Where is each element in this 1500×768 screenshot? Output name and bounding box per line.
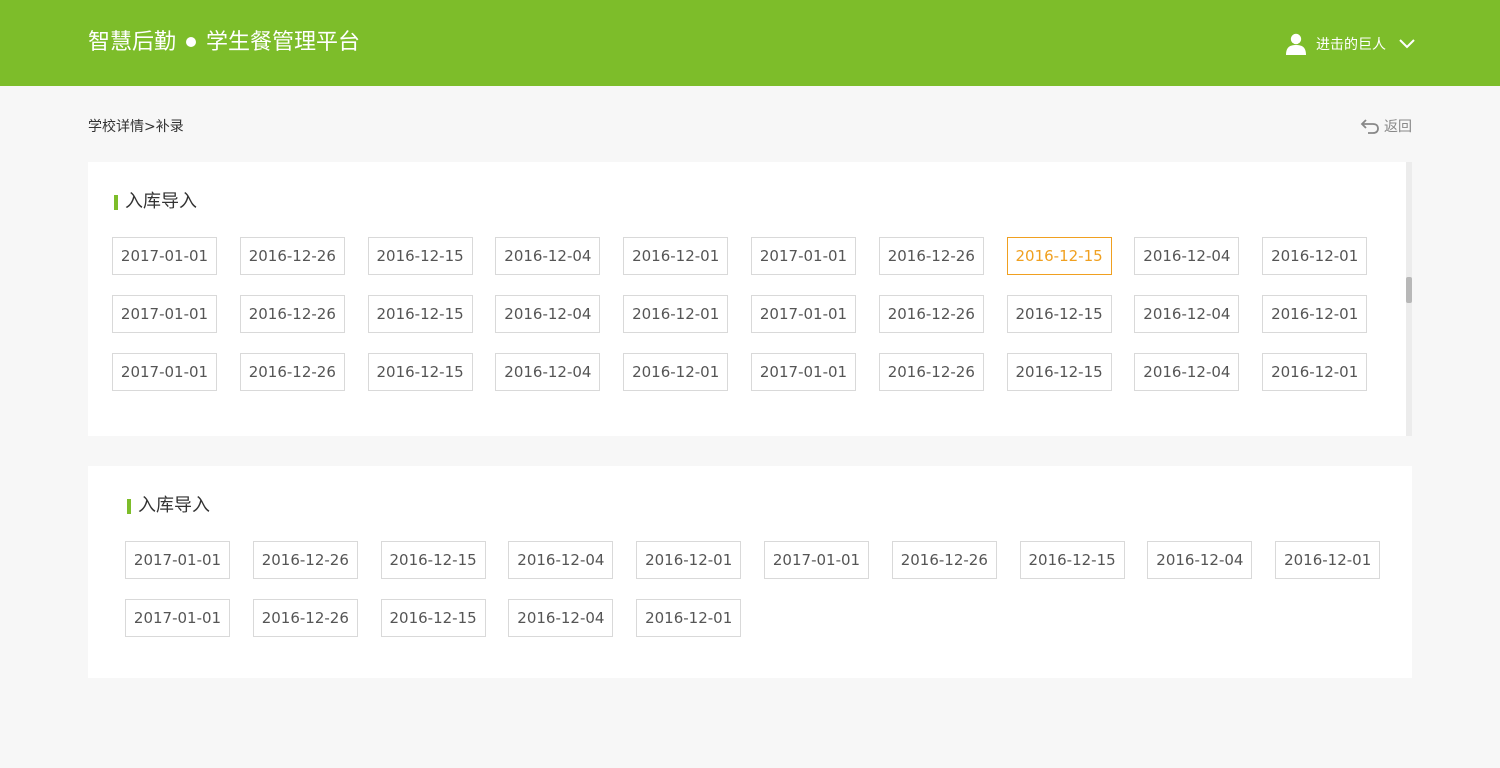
date-button[interactable]: 2017-01-01: [112, 353, 217, 391]
separator-dot-icon: [186, 36, 197, 47]
back-label: 返回: [1384, 119, 1412, 135]
date-button[interactable]: 2016-12-26: [878, 237, 984, 275]
import-panel-2: 入库导入 2017-01-01 2016-12-26 2016-12-15 2016-…: [88, 466, 1412, 678]
breadcrumb-parent[interactable]: 学校详情: [88, 119, 144, 135]
date-button[interactable]: 2017-01-01: [112, 237, 217, 275]
date-button[interactable]: 2016-12-15: [367, 237, 473, 275]
breadcrumb: 学校详情>补录: [88, 116, 184, 136]
date-button[interactable]: 2016-12-15: [1019, 541, 1125, 579]
date-button[interactable]: 2016-12-04: [508, 541, 614, 579]
date-button[interactable]: 2016-12-26: [252, 599, 358, 637]
date-button[interactable]: 2017-01-01: [125, 599, 230, 637]
section-title: 入库导入: [127, 494, 210, 518]
date-button[interactable]: 2016-12-04: [495, 295, 601, 333]
chevron-down-icon[interactable]: [1398, 38, 1416, 50]
date-button[interactable]: 2016-12-04: [495, 353, 601, 391]
date-button[interactable]: 2016-12-15: [1006, 353, 1112, 391]
date-button[interactable]: 2016-12-04: [495, 237, 601, 275]
date-button[interactable]: 2017-01-01: [750, 295, 856, 333]
date-button[interactable]: 2016-12-15: [380, 599, 486, 637]
date-button[interactable]: 2017-01-01: [763, 541, 869, 579]
date-button[interactable]: 2017-01-01: [125, 541, 230, 579]
date-button[interactable]: 2016-12-01: [1275, 541, 1381, 579]
date-button[interactable]: 2016-12-01: [636, 541, 742, 579]
date-button[interactable]: 2016-12-01: [1262, 237, 1368, 275]
date-button[interactable]: 2016-12-26: [878, 295, 984, 333]
scrollbar-track[interactable]: [1406, 162, 1412, 436]
breadcrumb-separator: >: [144, 119, 156, 135]
date-button[interactable]: 2016-12-01: [623, 295, 729, 333]
date-button[interactable]: 2016-12-26: [239, 237, 345, 275]
date-button[interactable]: 2016-12-15: [367, 295, 473, 333]
back-arrow-icon: [1360, 119, 1379, 134]
platform-name: 学生餐管理平台: [206, 30, 361, 55]
date-button[interactable]: 2016-12-04: [1134, 353, 1240, 391]
date-button[interactable]: 2016-12-15: [380, 541, 486, 579]
date-button[interactable]: 2016-12-04: [508, 599, 614, 637]
app-title: 智慧后勤 学生餐管理平台: [88, 28, 360, 58]
date-button[interactable]: 2016-12-01: [1262, 295, 1368, 333]
date-grid: 2017-01-01 2016-12-26 2016-12-15 2016-12-04…: [125, 541, 1381, 637]
date-button[interactable]: 2016-12-01: [623, 353, 729, 391]
top-header: 智慧后勤 学生餐管理平台 进击的巨人: [0, 0, 1500, 86]
date-button[interactable]: 2016-12-26: [252, 541, 358, 579]
user-menu[interactable]: 进击的巨人: [1286, 30, 1416, 58]
date-button[interactable]: 2016-12-26: [878, 353, 984, 391]
breadcrumb-current: 补录: [155, 119, 184, 135]
date-button[interactable]: 2016-12-15: [367, 353, 473, 391]
date-button[interactable]: 2016-12-01: [1262, 353, 1368, 391]
date-button[interactable]: 2016-12-26: [891, 541, 997, 579]
date-button[interactable]: 2016-12-26: [239, 295, 345, 333]
back-button[interactable]: 返回: [1360, 116, 1412, 136]
date-button[interactable]: 2017-01-01: [750, 353, 856, 391]
date-button[interactable]: 2016-12-15: [1006, 295, 1112, 333]
date-button-selected[interactable]: 2016-12-15: [1006, 237, 1112, 275]
date-button[interactable]: 2016-12-01: [623, 237, 729, 275]
section-title: 入库导入: [114, 190, 197, 214]
date-button[interactable]: 2016-12-26: [239, 353, 345, 391]
date-button[interactable]: 2016-12-01: [636, 599, 742, 637]
scrollbar-thumb[interactable]: [1406, 277, 1412, 303]
user-name: 进击的巨人: [1316, 37, 1386, 53]
import-panel-1: 入库导入 2017-01-01 2016-12-26 2016-12-15 2016-…: [88, 162, 1412, 436]
date-button[interactable]: 2017-01-01: [112, 295, 217, 333]
date-button[interactable]: 2016-12-04: [1134, 237, 1240, 275]
date-grid: 2017-01-01 2016-12-26 2016-12-15 2016-12-04…: [112, 237, 1368, 391]
user-icon: [1286, 33, 1306, 55]
date-button[interactable]: 2016-12-04: [1147, 541, 1253, 579]
brand-name: 智慧后勤: [88, 30, 177, 55]
date-button[interactable]: 2016-12-04: [1134, 295, 1240, 333]
date-button[interactable]: 2017-01-01: [750, 237, 856, 275]
